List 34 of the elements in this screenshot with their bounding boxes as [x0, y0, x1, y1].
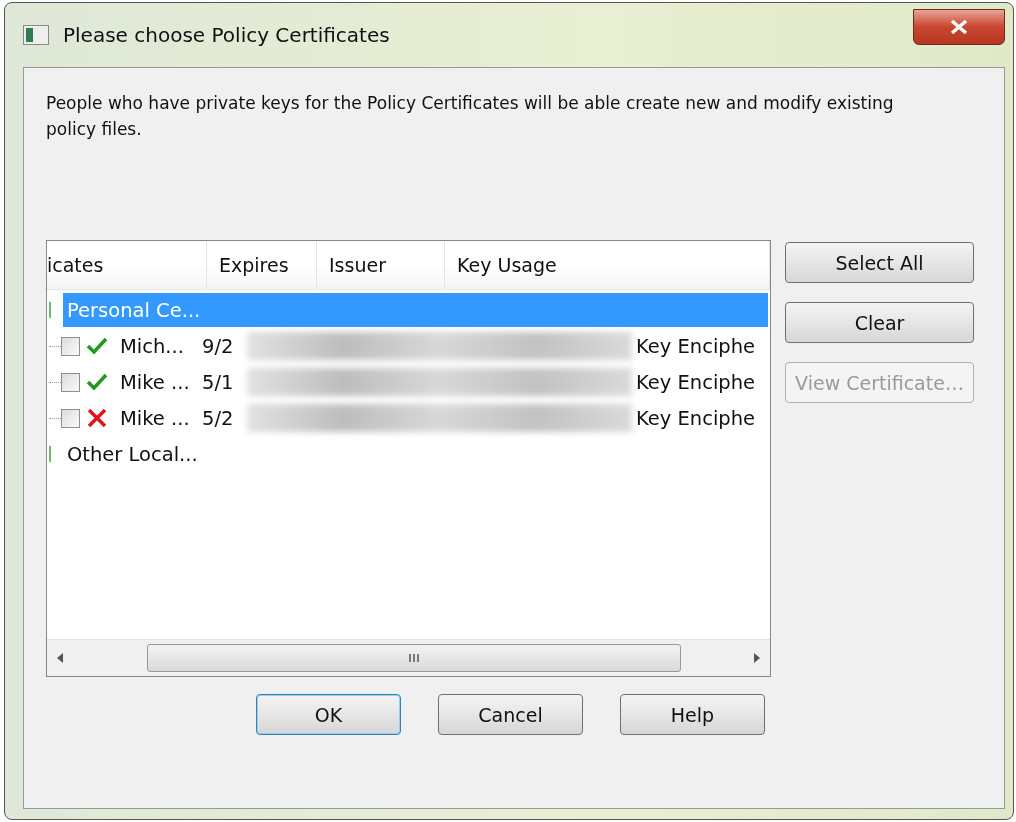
- side-button[interactable]: Select All: [785, 242, 974, 283]
- check-icon: [86, 372, 108, 392]
- expiry-date: 5/2: [202, 406, 235, 430]
- description-text: People who have private keys for the Policy Certificates will be able create new and modify existing policy files.: [46, 92, 895, 141]
- horizontal-scrollbar[interactable]: [47, 639, 770, 676]
- key-usage: Key Enciphe: [636, 406, 756, 430]
- close-button[interactable]: [913, 9, 1005, 45]
- scrollbar-thumb[interactable]: [147, 644, 681, 672]
- tree-group[interactable]: Other Local...: [63, 437, 198, 471]
- column-header[interactable]: icates: [47, 241, 207, 289]
- certificate-name: Mich...: [120, 334, 185, 358]
- dialog-button[interactable]: OK: [256, 694, 401, 735]
- expiry-date: 5/1: [202, 370, 235, 394]
- check-icon: [86, 336, 108, 356]
- key-usage: Key Enciphe: [636, 370, 756, 394]
- column-header[interactable]: Issuer: [317, 241, 445, 289]
- side-button[interactable]: Clear: [785, 302, 974, 343]
- certificate-name: Mike ...: [120, 406, 191, 430]
- left-arrow-icon[interactable]: [55, 651, 65, 665]
- checkbox[interactable]: [61, 372, 80, 392]
- checkbox[interactable]: [61, 408, 80, 428]
- right-arrow-icon[interactable]: [752, 651, 762, 665]
- expiry-date: 9/2: [202, 334, 235, 358]
- dialog-button[interactable]: Help: [620, 694, 765, 735]
- column-header[interactable]: Expires: [207, 241, 317, 289]
- key-usage: Key Enciphe: [636, 334, 756, 358]
- dialog-button[interactable]: Cancel: [438, 694, 583, 735]
- close-icon: [949, 19, 969, 35]
- window-icon: [23, 25, 49, 45]
- column-header[interactable]: Key Usage: [445, 241, 770, 289]
- cross-icon: [86, 408, 108, 428]
- window-title: Please choose Policy Certificates: [63, 23, 390, 47]
- checkbox[interactable]: [61, 336, 80, 356]
- certificate-name: Mike ...: [120, 370, 191, 394]
